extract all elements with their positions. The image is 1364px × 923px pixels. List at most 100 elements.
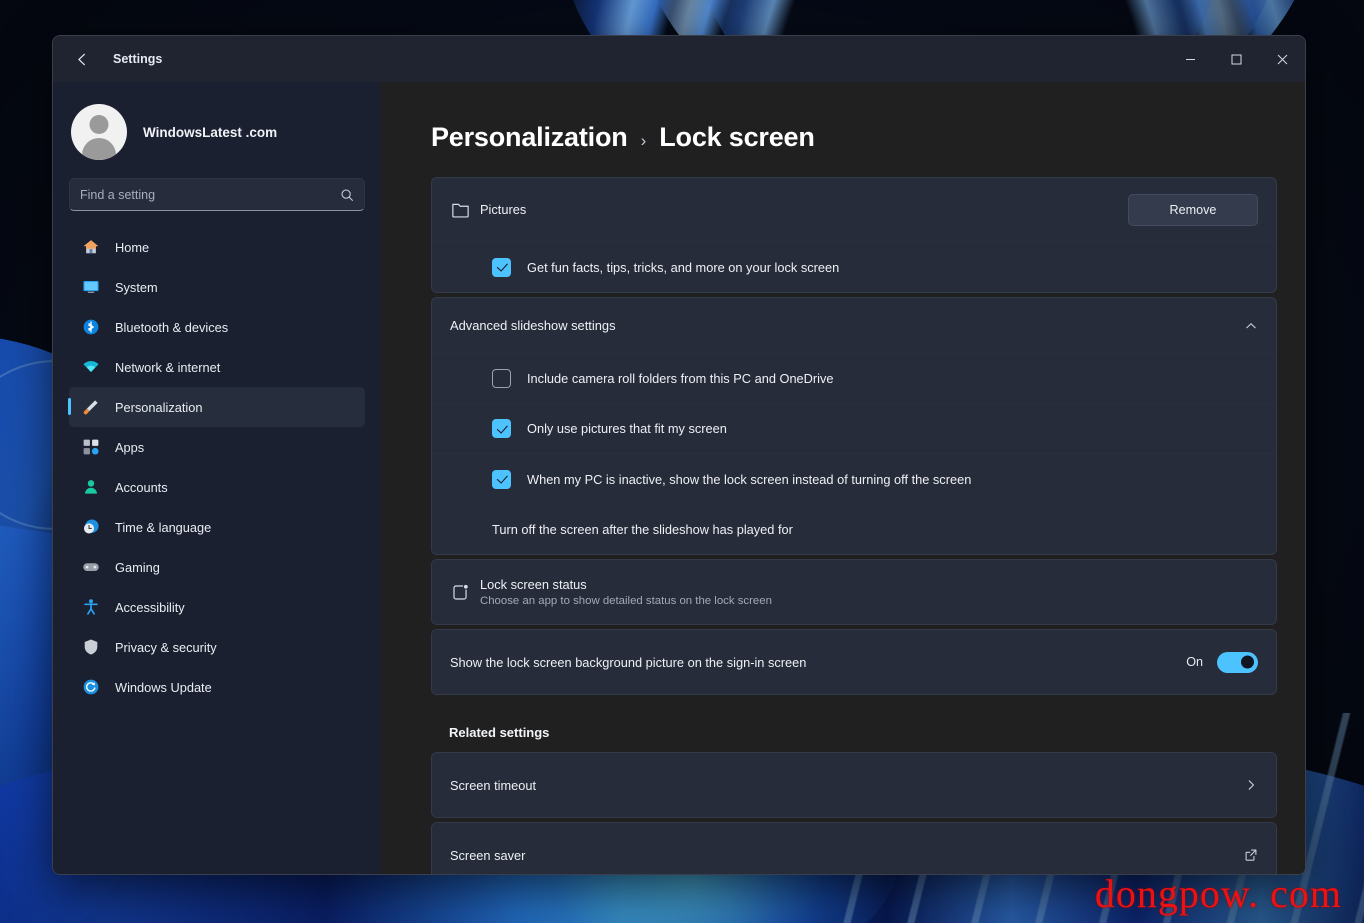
related-setting-label: Screen timeout	[450, 777, 537, 793]
related-setting-trailing	[1244, 778, 1258, 792]
avatar	[71, 104, 127, 160]
turn-off-screen-row[interactable]: Turn off the screen after the slideshow …	[432, 504, 1276, 554]
remove-button[interactable]: Remove	[1128, 193, 1258, 226]
advanced-slideshow-card: Advanced slideshow settings Include came…	[431, 297, 1277, 555]
sidebar-item-home[interactable]: Home	[69, 227, 365, 267]
fun-facts-label: Get fun facts, tips, tricks, and more on…	[527, 259, 840, 275]
watermark: dongpow. com	[1094, 871, 1342, 916]
lock-screen-status-card: Lock screen status Choose an app to show…	[431, 559, 1277, 625]
minimize-button[interactable]	[1167, 36, 1213, 82]
advanced-slideshow-label: Include camera roll folders from this PC…	[527, 371, 834, 386]
update-icon	[81, 677, 101, 697]
advanced-slideshow-expander[interactable]: Advanced slideshow settings	[432, 298, 1276, 354]
pictures-label: Pictures	[480, 202, 527, 217]
related-setting-row[interactable]: Screen timeout	[432, 753, 1276, 817]
sidebar-item-privacy-security[interactable]: Privacy & security	[69, 627, 365, 667]
sidebar-item-label: Time & language	[115, 519, 212, 535]
sidebar-item-label: Apps	[115, 439, 145, 455]
sidebar-item-network-internet[interactable]: Network & internet	[69, 347, 365, 387]
related-setting-card: Screen timeout	[431, 752, 1277, 818]
maximize-icon	[1231, 54, 1241, 64]
advanced-slideshow-row[interactable]: Include camera roll folders from this PC…	[432, 354, 1276, 404]
clock-icon	[81, 517, 101, 537]
open-external-icon	[1244, 848, 1258, 862]
sidebar-item-personalization[interactable]: Personalization	[68, 387, 365, 427]
gamepad-icon	[81, 557, 101, 577]
sidebar-item-apps[interactable]: Apps	[69, 427, 365, 467]
title-bar: Settings	[53, 36, 1305, 82]
related-setting-trailing	[1244, 848, 1258, 862]
search-input[interactable]	[80, 187, 340, 202]
lock-screen-picture-card: Pictures Remove Get fun facts, tips, tri…	[431, 177, 1277, 293]
related-settings-list: Screen timeout Screen saver	[431, 752, 1277, 874]
sidebar-item-time-language[interactable]: Time & language	[69, 507, 365, 547]
fun-facts-checkbox[interactable]	[492, 257, 511, 277]
minimize-icon	[1185, 58, 1195, 60]
sidebar-item-label: Accounts	[115, 479, 168, 495]
brush-icon	[81, 397, 101, 417]
sidebar-nav: Home System Bluetooth & devices Network & i…	[68, 227, 365, 707]
signin-background-toggle[interactable]	[1217, 651, 1258, 673]
accessibility-icon	[81, 597, 101, 617]
back-arrow-icon	[77, 53, 85, 65]
advanced-slideshow-label: When my PC is inactive, show the lock sc…	[527, 471, 972, 487]
system-icon	[81, 277, 101, 297]
search-box[interactable]	[69, 178, 365, 211]
sidebar-item-system[interactable]: System	[69, 267, 365, 307]
app-title: Settings	[113, 52, 163, 66]
chevron-up-icon[interactable]	[1244, 319, 1258, 333]
signin-toggle-state: On	[1186, 655, 1203, 669]
main-content: Personalization › Lock screen Pictures R…	[381, 82, 1305, 874]
sidebar-item-label: Gaming	[115, 559, 160, 575]
maximize-button[interactable]	[1213, 36, 1259, 82]
sidebar-item-bluetooth-devices[interactable]: Bluetooth & devices	[69, 307, 365, 347]
lock-screen-status-subtitle: Choose an app to show detailed status on…	[480, 595, 772, 607]
advanced-slideshow-checkbox[interactable]	[492, 419, 511, 438]
pictures-row[interactable]: Pictures Remove	[432, 178, 1276, 242]
sidebar: WindowsLatest .com Home System Bluetooth &…	[53, 82, 381, 874]
sidebar-item-accessibility[interactable]: Accessibility	[69, 587, 365, 627]
advanced-slideshow-label: Only use pictures that fit my screen	[527, 421, 727, 436]
close-icon	[1277, 54, 1287, 64]
accounts-icon	[81, 477, 101, 497]
shield-icon	[81, 637, 101, 657]
pictures-row-actions: Remove	[1128, 193, 1258, 226]
settings-window: Settings WindowsLatest .com Find a setti…	[52, 35, 1306, 875]
advanced-slideshow-items: Include camera roll folders from this PC…	[432, 354, 1276, 504]
signin-background-card: Show the lock screen background picture …	[431, 629, 1277, 695]
fun-facts-row[interactable]: Get fun facts, tips, tricks, and more on…	[432, 242, 1276, 292]
apps-icon	[81, 437, 101, 457]
related-setting-row[interactable]: Screen saver	[432, 823, 1276, 874]
advanced-slideshow-title: Advanced slideshow settings	[450, 318, 616, 333]
chevron-right-icon	[1244, 778, 1258, 792]
sidebar-item-gaming[interactable]: Gaming	[69, 547, 365, 587]
sidebar-item-label: Personalization	[115, 399, 203, 415]
signin-toggle-group: On	[1186, 651, 1258, 673]
advanced-slideshow-checkbox[interactable]	[492, 369, 511, 388]
sidebar-item-label: Privacy & security	[115, 639, 217, 655]
user-profile[interactable]: WindowsLatest .com	[69, 82, 365, 178]
lock-screen-status-row[interactable]: Lock screen status Choose an app to show…	[432, 560, 1276, 624]
window-controls	[1167, 36, 1305, 82]
breadcrumb: Personalization › Lock screen	[431, 82, 1277, 177]
advanced-slideshow-row[interactable]: Only use pictures that fit my screen	[432, 404, 1276, 454]
desktop-wallpaper: Settings WindowsLatest .com Find a setti…	[0, 0, 1364, 923]
related-setting-label: Screen saver	[450, 847, 526, 863]
breadcrumb-current: Lock screen	[659, 122, 815, 152]
advanced-slideshow-checkbox[interactable]	[492, 469, 511, 489]
bluetooth-icon	[81, 317, 101, 337]
close-button[interactable]	[1259, 36, 1305, 82]
signin-background-label: Show the lock screen background picture …	[450, 654, 807, 670]
lockscreen-status-icon	[450, 582, 480, 603]
sidebar-item-label: Home	[115, 239, 150, 255]
sidebar-item-accounts[interactable]: Accounts	[69, 467, 365, 507]
folder-icon	[450, 199, 480, 220]
search-icon	[340, 188, 354, 202]
home-icon	[81, 237, 101, 257]
breadcrumb-parent[interactable]: Personalization	[431, 122, 628, 153]
signin-background-row[interactable]: Show the lock screen background picture …	[432, 630, 1276, 694]
lock-screen-status-text: Lock screen status Choose an app to show…	[480, 577, 1258, 607]
advanced-slideshow-row[interactable]: When my PC is inactive, show the lock sc…	[432, 454, 1276, 504]
sidebar-item-windows-update[interactable]: Windows Update	[69, 667, 365, 707]
back-button[interactable]	[65, 43, 99, 75]
